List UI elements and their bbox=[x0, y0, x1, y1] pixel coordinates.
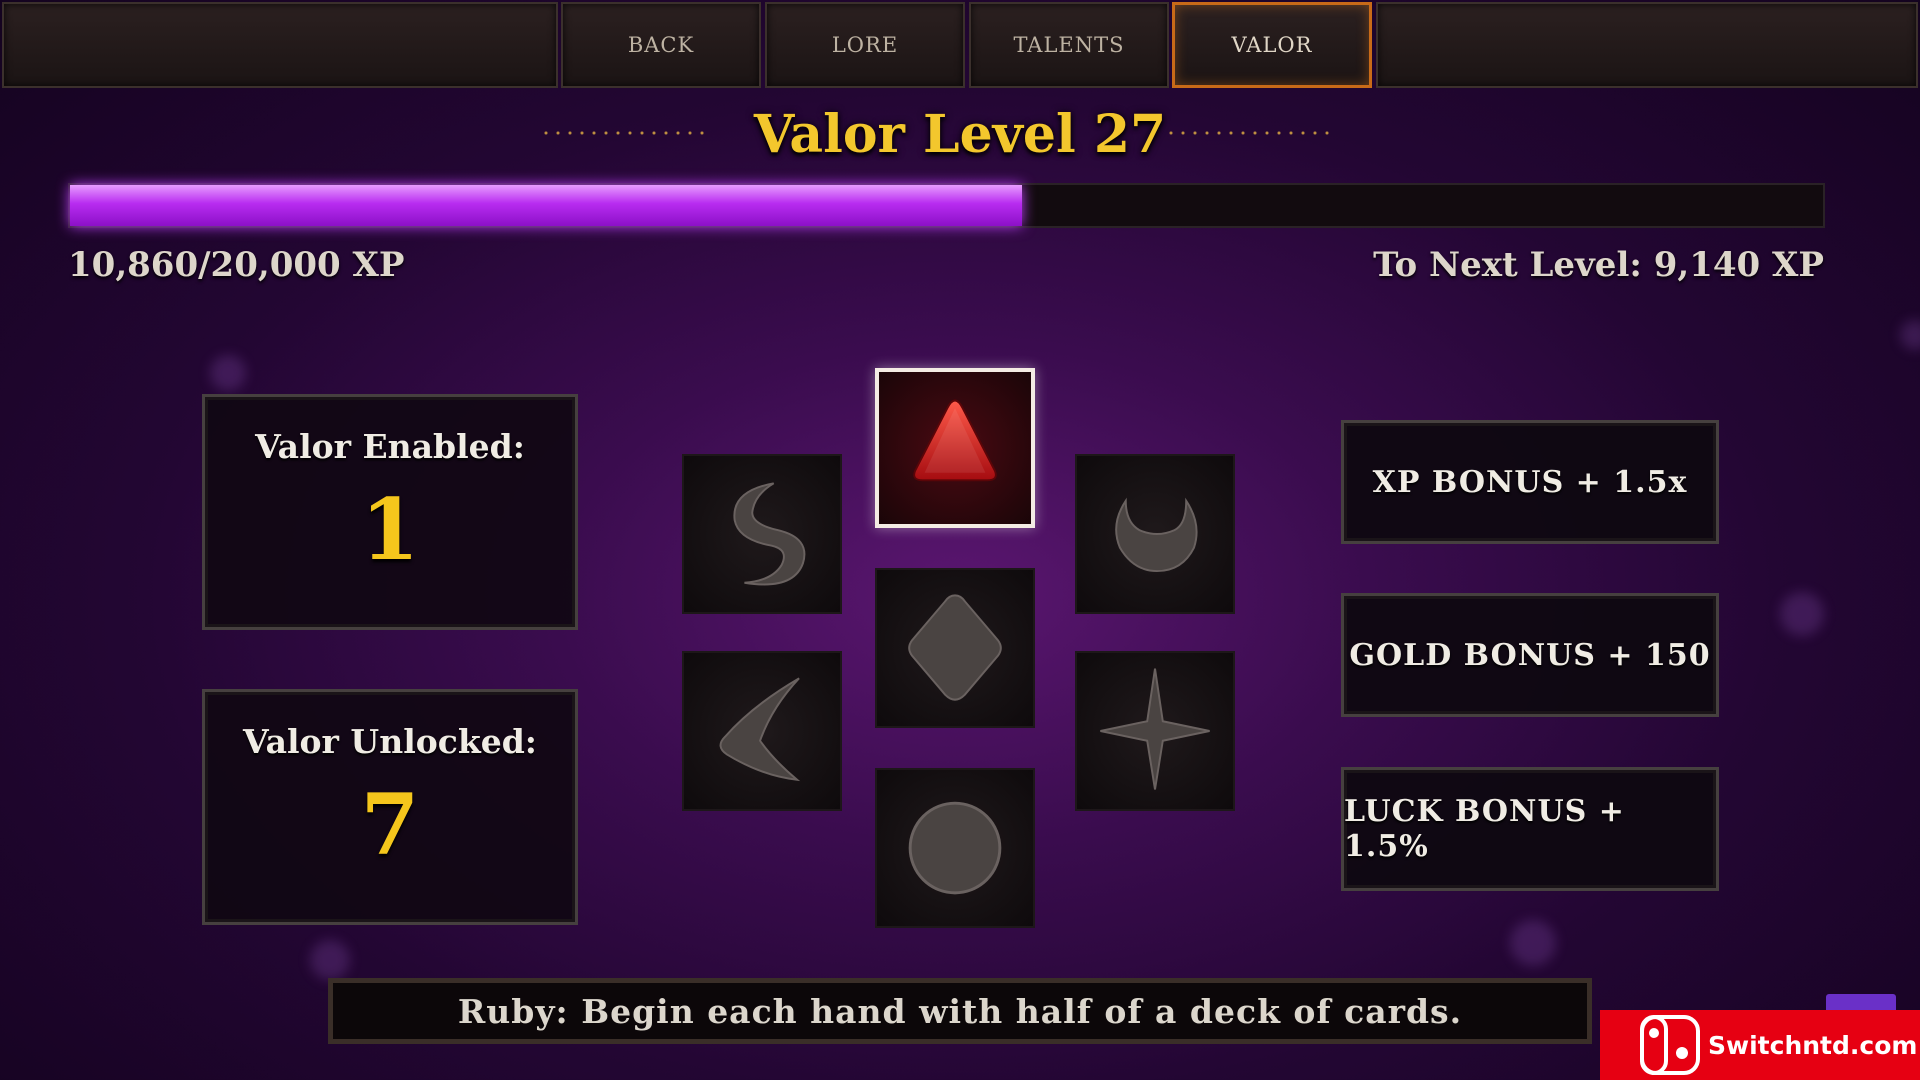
xp-progress-fill bbox=[70, 185, 1022, 226]
valor-unlocked-label: Valor Unlocked: bbox=[243, 722, 537, 761]
red-triangle-gem-icon bbox=[913, 399, 997, 482]
gem-tile-ruby[interactable] bbox=[875, 368, 1035, 528]
gem-tile-circle[interactable] bbox=[875, 768, 1035, 928]
xp-progress-text: 10,860/20,000 XP bbox=[68, 245, 405, 285]
gem-description-bar: Ruby: Begin each hand with half of a dec… bbox=[328, 978, 1592, 1044]
xp-to-next-text: To Next Level: 9,140 XP bbox=[1373, 245, 1824, 285]
watermark-text: Switchntd.com bbox=[1708, 1030, 1918, 1060]
circle-gem-icon bbox=[908, 801, 1002, 895]
tab-lore[interactable]: LORE bbox=[765, 2, 965, 88]
switch-logo-icon bbox=[1640, 1015, 1700, 1075]
tab-talents[interactable]: TALENTS bbox=[969, 2, 1169, 88]
bokeh-light bbox=[310, 940, 350, 980]
valor-enabled-panel: Valor Enabled: 1 bbox=[202, 394, 578, 630]
bokeh-light bbox=[1780, 592, 1824, 636]
bokeh-light bbox=[1900, 320, 1920, 350]
nav-filler-right bbox=[1376, 2, 1918, 88]
xp-bonus-panel: XP BONUS + 1.5x bbox=[1341, 420, 1719, 544]
top-nav-bar: BACK LORE TALENTS VALOR bbox=[0, 0, 1920, 92]
gold-bonus-panel: GOLD BONUS + 150 bbox=[1341, 593, 1719, 717]
gem-tile-star[interactable] bbox=[1075, 651, 1235, 811]
diamond-gem-icon bbox=[908, 594, 1002, 701]
gem-tile-horn[interactable] bbox=[1075, 454, 1235, 614]
page-title: Valor Level 27 bbox=[753, 104, 1167, 165]
xp-progress-bar bbox=[68, 183, 1825, 228]
gem-tile-diamond[interactable] bbox=[875, 568, 1035, 728]
s-crescent-gem-icon bbox=[733, 482, 806, 586]
gem-tile-crescent[interactable] bbox=[682, 454, 842, 614]
tab-valor[interactable]: VALOR bbox=[1172, 2, 1372, 88]
tab-back[interactable]: BACK bbox=[561, 2, 761, 88]
bokeh-light bbox=[210, 355, 246, 391]
luck-bonus-panel: LUCK BONUS + 1.5% bbox=[1341, 767, 1719, 891]
bokeh-light bbox=[1510, 920, 1556, 966]
title-container: Valor Level 27 bbox=[0, 104, 1920, 174]
valor-unlocked-panel: Valor Unlocked: 7 bbox=[202, 689, 578, 925]
chevron-gem-icon bbox=[719, 677, 801, 782]
gem-description-text: Ruby: Begin each hand with half of a dec… bbox=[457, 991, 1463, 1031]
horned-crescent-gem-icon bbox=[1115, 497, 1198, 573]
nav-filler-left bbox=[2, 2, 558, 88]
watermark-banner: Switchntd.com bbox=[1600, 1010, 1920, 1080]
gem-tile-chevron[interactable] bbox=[682, 651, 842, 811]
valor-enabled-label: Valor Enabled: bbox=[255, 427, 525, 466]
valor-enabled-value: 1 bbox=[360, 480, 420, 579]
valor-unlocked-value: 7 bbox=[360, 775, 420, 874]
four-point-star-gem-icon bbox=[1100, 668, 1210, 790]
